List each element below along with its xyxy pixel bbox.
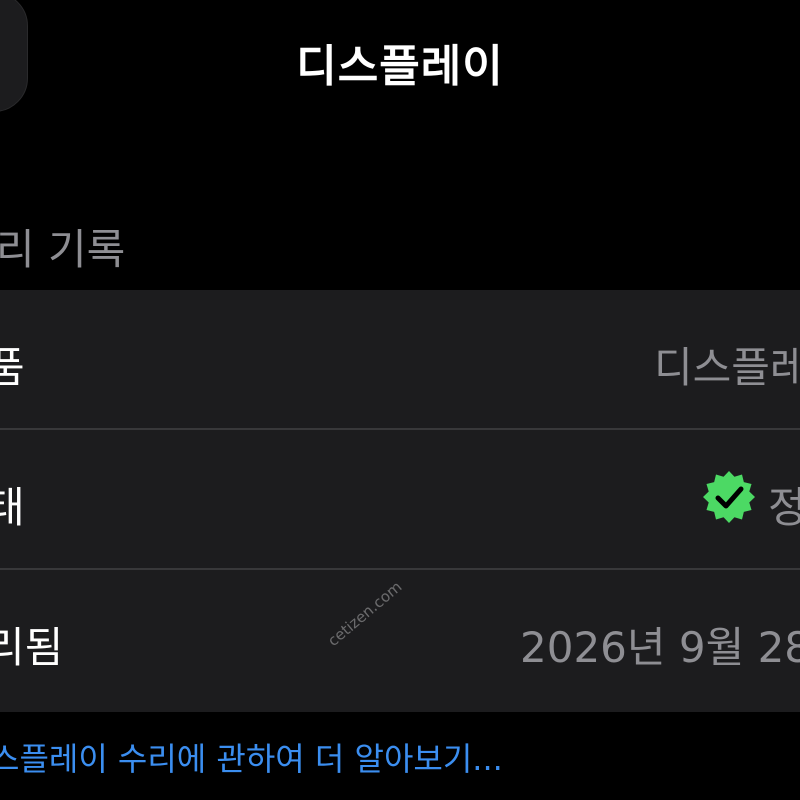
row-part-value: 디스플레	[654, 343, 800, 392]
info-group: 품 디스플레 태 정 리됨 2026년 9월 28 cetizen.com	[0, 290, 800, 712]
row-status-label: 태	[0, 483, 25, 532]
screen: 디스플레이 리 기록 품 디스플레 태 정 리됨 2026년 9월 28 cet…	[0, 0, 800, 800]
row-status-value: 정	[768, 483, 800, 532]
row-repaired-label: 리됨	[0, 623, 64, 672]
row-part[interactable]: 품 디스플레	[0, 290, 800, 428]
row-status[interactable]: 태 정	[0, 430, 800, 568]
learn-more-link[interactable]: 스플레이 수리에 관하여 더 알아보기...	[0, 734, 503, 780]
page-title: 디스플레이	[296, 41, 504, 92]
section-header: 리 기록	[0, 225, 126, 274]
row-part-label: 품	[0, 343, 25, 392]
verified-check-icon	[703, 471, 755, 523]
row-repaired-date: 2026년 9월 28	[520, 623, 800, 672]
